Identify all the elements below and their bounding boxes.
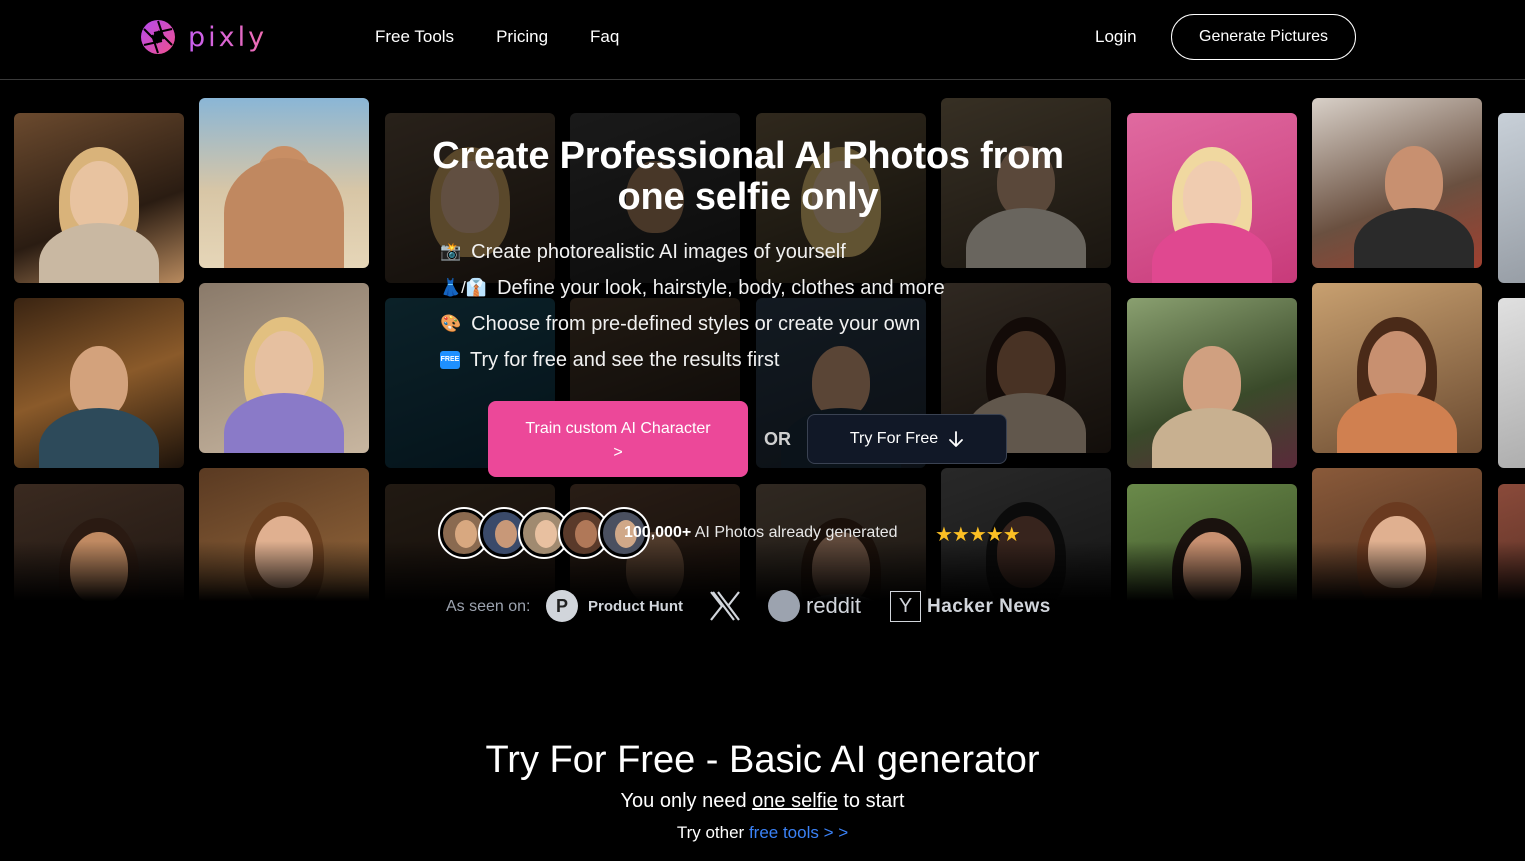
- count-label: AI Photos already generated: [694, 524, 898, 541]
- camera-icon: 📸: [440, 242, 462, 261]
- product-hunt-text: Product Hunt: [588, 598, 683, 615]
- feature-text: Try for free and see the results first: [470, 348, 780, 371]
- photos-generated-count: 100,000+ AI Photos already generated: [624, 524, 898, 542]
- other-tools-prefix: Try other: [676, 823, 745, 842]
- feature-item: 📸 Create photorealistic AI images of you…: [440, 234, 945, 270]
- try-for-free-button[interactable]: Try For Free: [807, 414, 1007, 464]
- count-number: 100,000+: [624, 524, 692, 541]
- hacker-news-text: Hacker News: [927, 596, 1051, 617]
- generate-pictures-button[interactable]: Generate Pictures: [1171, 14, 1356, 60]
- try-button-label: Try For Free: [849, 430, 939, 447]
- feature-item: FREE Try for free and see the results fi…: [440, 342, 945, 378]
- aperture-logo-icon: [141, 20, 175, 54]
- feature-text: Choose from pre-defined styles or create…: [471, 312, 921, 335]
- reddit-text: reddit: [806, 593, 862, 618]
- free-badge-icon: FREE: [440, 351, 460, 369]
- x-logo-icon: [710, 591, 740, 621]
- rating-stars-icon: ★★★★★: [935, 524, 1021, 546]
- dress-shirt-icon: 👗/👔: [440, 278, 488, 297]
- arrow-down-icon: [949, 431, 964, 447]
- hero-content: Create Professional AI Photos from one s…: [0, 0, 1525, 600]
- free-tools-link[interactable]: free tools > >: [749, 823, 848, 842]
- as-seen-on: As seen on: P Product Hunt reddit Y Hack…: [446, 589, 1086, 625]
- train-button-label: Train custom AI Character: [525, 420, 711, 437]
- nav-link-free-tools[interactable]: Free Tools: [375, 27, 454, 47]
- subtitle-prefix: You only need: [620, 790, 747, 812]
- hacker-news-icon: Y: [890, 591, 921, 622]
- reddit-icon: [768, 590, 800, 622]
- login-link[interactable]: Login: [1095, 27, 1137, 47]
- feature-item: 👗/👔 Define your look, hairstyle, body, c…: [440, 270, 945, 306]
- nav-links: Free Tools Pricing Faq: [375, 27, 619, 47]
- feature-text: Define your look, hairstyle, body, cloth…: [497, 276, 945, 299]
- one-selfie-link[interactable]: one selfie: [752, 790, 838, 812]
- feature-item: 🎨 Choose from pre-defined styles or crea…: [440, 306, 945, 342]
- logo[interactable]: pixly: [140, 19, 267, 55]
- other-tools-line: Try other free tools > >: [0, 823, 1525, 843]
- feature-text: Create photorealistic AI images of yours…: [471, 240, 846, 263]
- user-avatars: [440, 509, 648, 557]
- palette-icon: 🎨: [440, 314, 462, 333]
- section-title: Try For Free - Basic AI generator: [485, 739, 1040, 781]
- subtitle-suffix: to start: [843, 790, 905, 812]
- train-button-arrow: >: [613, 444, 623, 461]
- as-seen-on-label: As seen on:: [446, 598, 531, 615]
- nav-link-pricing[interactable]: Pricing: [496, 27, 548, 47]
- section-subtitle: You only need one selfie to start: [0, 790, 1525, 813]
- top-navbar: pixly Free Tools Pricing Faq Login Gener…: [0, 0, 1525, 80]
- product-hunt-icon: P: [546, 590, 578, 622]
- or-separator: OR: [764, 429, 791, 449]
- try-for-free-section: Try For Free - Basic AI generator You on…: [0, 736, 1525, 843]
- feature-list: 📸 Create photorealistic AI images of you…: [440, 234, 945, 378]
- nav-link-faq[interactable]: Faq: [590, 27, 619, 47]
- logo-text: pixly: [188, 21, 268, 53]
- hero-title: Create Professional AI Photos from one s…: [432, 135, 1064, 218]
- train-custom-character-button[interactable]: Train custom AI Character >: [488, 401, 748, 477]
